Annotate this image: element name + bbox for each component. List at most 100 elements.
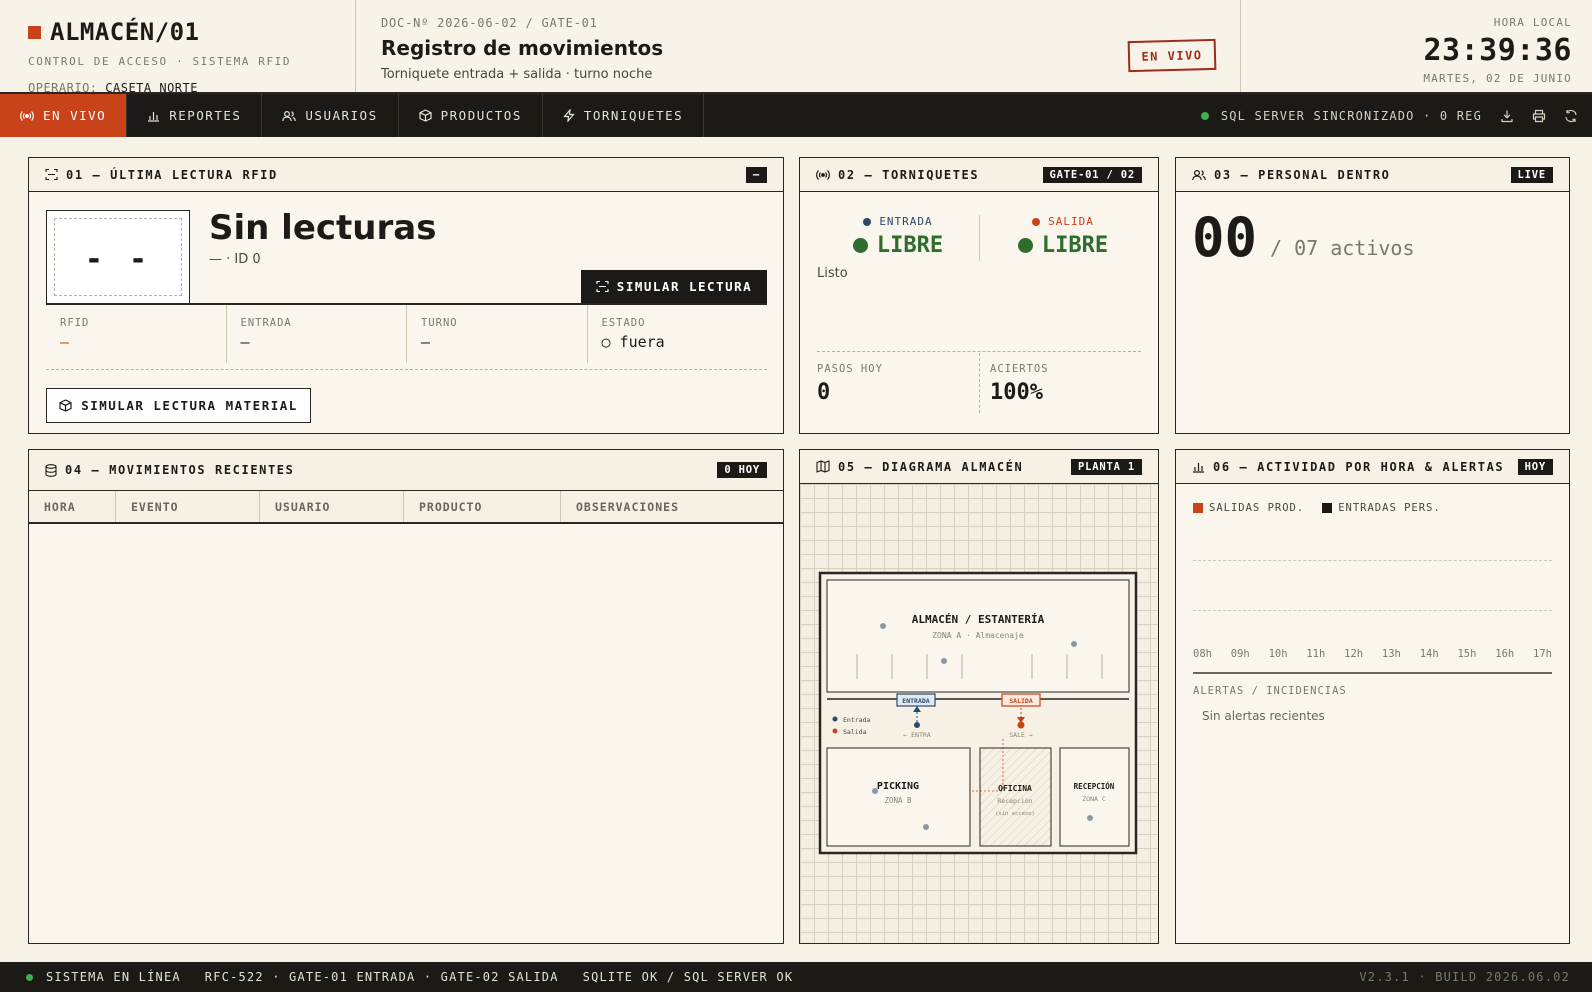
tab-label: USUARIOS — [305, 108, 378, 123]
broadcast-icon — [20, 110, 34, 121]
system-status: SISTEMA EN LÍNEA — [46, 970, 181, 984]
clock-block: HORA LOCAL 23:39:36 MARTES, 02 DE JUNIO — [1240, 0, 1592, 92]
panel-warehouse-diagram: 05 — DIAGRAMA ALMACÉN PLANTA 1 ALMACÉN /… — [799, 449, 1159, 944]
legend-exit-text: Salida — [843, 728, 867, 736]
live-stamp: EN VIVO — [1127, 38, 1217, 73]
person-marker — [1071, 641, 1077, 647]
operator-line: OPERARIO: CASETA NORTE — [28, 81, 355, 95]
printer-icon — [1532, 109, 1546, 122]
system-online-dot-icon — [26, 973, 33, 981]
panel-header: 02 — TORNIQUETES GATE-01 / 02 — [800, 158, 1158, 192]
gate-entry-state: LIBRE — [818, 233, 978, 258]
field-entrada: ENTRADA — — [227, 305, 407, 363]
tab-en-vivo[interactable]: EN VIVO — [0, 94, 128, 137]
exit-point — [1017, 721, 1025, 729]
panel-title: 05 — DIAGRAMA ALMACÉN — [838, 459, 1024, 474]
chart-hour-axis: 08h 09h 10h 11h 12h 13h 14h 15h 16h 17h — [1193, 648, 1552, 660]
simulate-material-button[interactable]: SIMULAR LECTURA MATERIAL — [46, 388, 311, 423]
panel-recent-movements: 04 — MOVIMIENTOS RECIENTES 0 HOY HORA EV… — [28, 449, 784, 944]
gate-entry-label-text: ENTRADA — [879, 215, 933, 228]
panel-title: 03 — PERSONAL DENTRO — [1214, 167, 1391, 182]
panel-header: 01 — ÚLTIMA LECTURA RFID — — [29, 158, 783, 192]
zone-office-note: (sin acceso) — [995, 811, 1035, 817]
person-marker — [872, 788, 878, 794]
floor-plan: ALMACÉN / ESTANTERÍA ZONA A · Almacenaje… — [800, 484, 1158, 943]
field-rfid: RFID — — [46, 305, 227, 363]
bar-chart-icon — [148, 111, 160, 122]
hour-tick: 09h — [1230, 648, 1250, 660]
divider — [817, 351, 1141, 352]
zone-storage-label: ALMACÉN / ESTANTERÍA — [912, 613, 1045, 626]
entry-dot-icon — [863, 217, 872, 226]
tab-torniquetes[interactable]: TORNIQUETES — [543, 94, 705, 137]
brand-subtitle: CONTROL DE ACCESO · SISTEMA RFID — [28, 55, 292, 68]
gate-entry-state-text: LIBRE — [876, 233, 944, 258]
field-turno: TURNO — — [407, 305, 588, 363]
gate-exit-label: SALIDA — [983, 215, 1143, 228]
tab-label: EN VIVO — [43, 108, 107, 123]
column-header-observaciones[interactable]: OBSERVACIONES — [561, 491, 783, 522]
brand-block: ALMACÉN/01 CONTROL DE ACCESO · SISTEMA R… — [0, 0, 356, 95]
panel-turnstiles: 02 — TORNIQUETES GATE-01 / 02 ENTRADA LI… — [799, 157, 1159, 434]
column-header-producto[interactable]: PRODUCTO — [404, 491, 561, 522]
gate-exit-state-text: LIBRE — [1041, 233, 1109, 258]
zone-storage-sub: ZONA A · Almacenaje — [932, 631, 1024, 640]
stat-steps-today: PASOS HOY 0 — [817, 363, 883, 405]
tab-reportes[interactable]: REPORTES — [127, 94, 263, 137]
field-label: TURNO — [421, 317, 458, 329]
bolt-icon — [563, 109, 575, 122]
scan-icon — [596, 280, 609, 293]
column-header-hora[interactable]: HORA — [29, 491, 116, 522]
brand-title: ALMACÉN/01 — [28, 18, 355, 46]
sync-status: SQL SERVER SINCRONIZADO · 0 REG — [1200, 94, 1592, 137]
panel-badge: GATE-01 / 02 — [1042, 166, 1142, 183]
download-button[interactable] — [1500, 109, 1514, 123]
sync-status-text: SQL SERVER SINCRONIZADO · 0 REG — [1220, 108, 1482, 123]
column-header-usuario[interactable]: USUARIO — [260, 491, 404, 522]
broadcast-icon — [816, 169, 830, 180]
exit-dot-icon — [1032, 217, 1041, 226]
rfid-card-preview: - - — [46, 210, 190, 304]
panel-last-rfid-reading: 01 — ÚLTIMA LECTURA RFID — - - Sin lectu… — [28, 157, 784, 434]
device-status: RFC-522 · GATE-01 ENTRADA · GATE-02 SALI… — [204, 970, 559, 984]
gate-exit-label-text: SALIDA — [1048, 215, 1094, 228]
field-label: ESTADO — [601, 317, 646, 329]
legend-item-entries: ENTRADAS PERS. — [1322, 502, 1441, 514]
reading-title: Sin lecturas — [209, 208, 437, 248]
person-marker — [941, 658, 947, 664]
simulate-reading-button[interactable]: SIMULAR LECTURA — [581, 270, 767, 303]
download-icon — [1501, 110, 1513, 122]
panel-header: 03 — PERSONAL DENTRO LIVE — [1176, 158, 1569, 192]
legend-entry-text: Entrada — [843, 716, 870, 724]
tab-usuarios[interactable]: USUARIOS — [262, 94, 399, 137]
refresh-icon — [1565, 109, 1577, 122]
chart-axis-line — [1193, 672, 1552, 674]
hour-tick: 10h — [1268, 648, 1288, 660]
arrow-entry-text: ← ENTRA — [903, 731, 930, 739]
tab-productos[interactable]: PRODUCTOS — [399, 94, 543, 137]
field-label: ENTRADA — [240, 317, 292, 329]
staff-active-total: / 07 activos — [1270, 236, 1415, 260]
stat-value: 0 — [817, 380, 831, 405]
hour-tick: 16h — [1495, 648, 1515, 660]
person-marker — [923, 824, 929, 830]
divider — [46, 369, 767, 370]
person-marker — [880, 623, 886, 629]
column-header-evento[interactable]: EVENTO — [116, 491, 260, 522]
page-subtitle: Torniquete entrada + salida · turno noch… — [381, 67, 653, 82]
panel-header: 05 — DIAGRAMA ALMACÉN PLANTA 1 — [800, 450, 1158, 484]
person-marker — [1087, 815, 1093, 821]
field-value: ○ fuera — [601, 333, 665, 351]
version-label: V2.3.1 · BUILD 2026.06.02 — [1359, 970, 1570, 984]
reading-fields: RFID — ENTRADA — TURNO — ESTADO ○ fuera — [46, 305, 767, 363]
zone-picking-label: PICKING — [877, 781, 919, 792]
hour-tick: 15h — [1457, 648, 1477, 660]
legend-swatch-icon — [1193, 503, 1203, 513]
zone-office-sub: Recepción — [997, 797, 1032, 805]
refresh-button[interactable] — [1564, 109, 1578, 123]
chart-legend: SALIDAS PROD. ENTRADAS PERS. — [1193, 502, 1459, 514]
print-button[interactable] — [1532, 109, 1546, 123]
panel-badge: — — [745, 166, 767, 183]
field-value: — — [60, 333, 70, 351]
clock-label: HORA LOCAL — [1493, 16, 1572, 29]
